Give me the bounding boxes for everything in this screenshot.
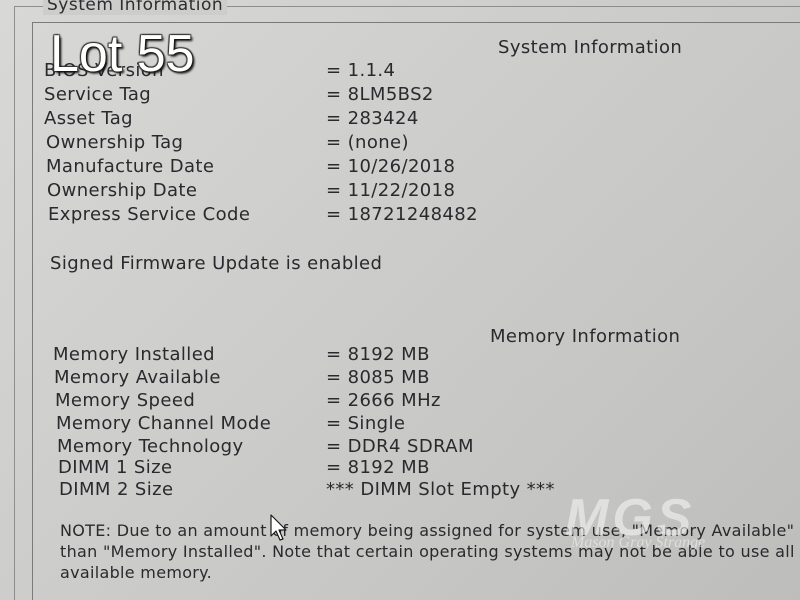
info-row-value: = 10/26/2018 [326, 156, 456, 177]
bios-screen: System Information Lot 55 System Informa… [0, 0, 800, 600]
info-row-value: = 283424 [326, 108, 419, 129]
info-row-ownership-date: Ownership Date = 11/22/2018 [47, 180, 800, 202]
groupbox-title: System Information [43, 0, 228, 15]
info-row-asset-tag: Asset Tag = 283424 [44, 108, 800, 130]
info-row-label: Asset Tag [44, 108, 133, 129]
info-row-value: = 11/22/2018 [326, 180, 456, 201]
memory-row-dimm1-size: DIMM 1 Size = 8192 MB [58, 457, 800, 479]
memory-row-speed: Memory Speed = 2666 MHz [55, 390, 800, 412]
watermark-subtitle: Mason Gray Strange [571, 534, 706, 551]
mouse-pointer-icon [270, 514, 287, 541]
memory-row-value: = Single [326, 413, 406, 434]
info-row-value: = 8LM5BS2 [326, 84, 434, 105]
firmware-status-text: Signed Firmware Update is enabled [50, 253, 383, 274]
info-row-label: Ownership Tag [46, 132, 184, 153]
memory-row-label: Memory Installed [53, 344, 216, 365]
memory-row-value: = 2666 MHz [326, 390, 441, 411]
memory-row-installed: Memory Installed = 8192 MB [53, 344, 800, 366]
memory-row-channel-mode: Memory Channel Mode = Single [56, 413, 800, 435]
memory-row-value: = 8192 MB [326, 344, 430, 365]
memory-row-value: *** DIMM Slot Empty *** [326, 479, 555, 500]
info-row-value: = 1.1.4 [326, 60, 396, 81]
memory-row-value: = 8192 MB [326, 457, 430, 478]
info-row-label: Express Service Code [48, 204, 251, 225]
memory-row-label: Memory Channel Mode [56, 413, 272, 434]
info-row-label: Ownership Date [47, 180, 198, 201]
memory-row-label: Memory Speed [55, 390, 196, 411]
info-row-service-tag: Service Tag = 8LM5BS2 [44, 84, 800, 106]
memory-row-label: DIMM 2 Size [59, 479, 174, 500]
memory-note-line: available memory. [60, 563, 213, 582]
info-row-label: Manufacture Date [46, 156, 215, 177]
info-row-manufacture-date: Manufacture Date = 10/26/2018 [46, 156, 800, 178]
memory-row-label: Memory Technology [57, 436, 244, 457]
mgs-watermark: MGS Mason Gray Strange [565, 488, 765, 558]
lot-label-overlay: Lot 55 [50, 25, 195, 83]
info-row-value: = (none) [326, 132, 409, 153]
info-row-ownership-tag: Ownership Tag = (none) [46, 132, 800, 154]
memory-row-label: DIMM 1 Size [58, 457, 173, 478]
memory-row-value: = DDR4 SDRAM [326, 436, 474, 457]
info-row-value: = 18721248482 [326, 204, 478, 225]
memory-row-technology: Memory Technology = DDR4 SDRAM [57, 436, 800, 458]
info-row-express-service-code: Express Service Code = 18721248482 [48, 204, 800, 226]
memory-row-available: Memory Available = 8085 MB [54, 367, 800, 389]
system-information-heading: System Information [498, 37, 683, 58]
memory-row-value: = 8085 MB [326, 367, 430, 388]
info-row-label: Service Tag [44, 84, 152, 105]
memory-row-label: Memory Available [54, 367, 221, 388]
